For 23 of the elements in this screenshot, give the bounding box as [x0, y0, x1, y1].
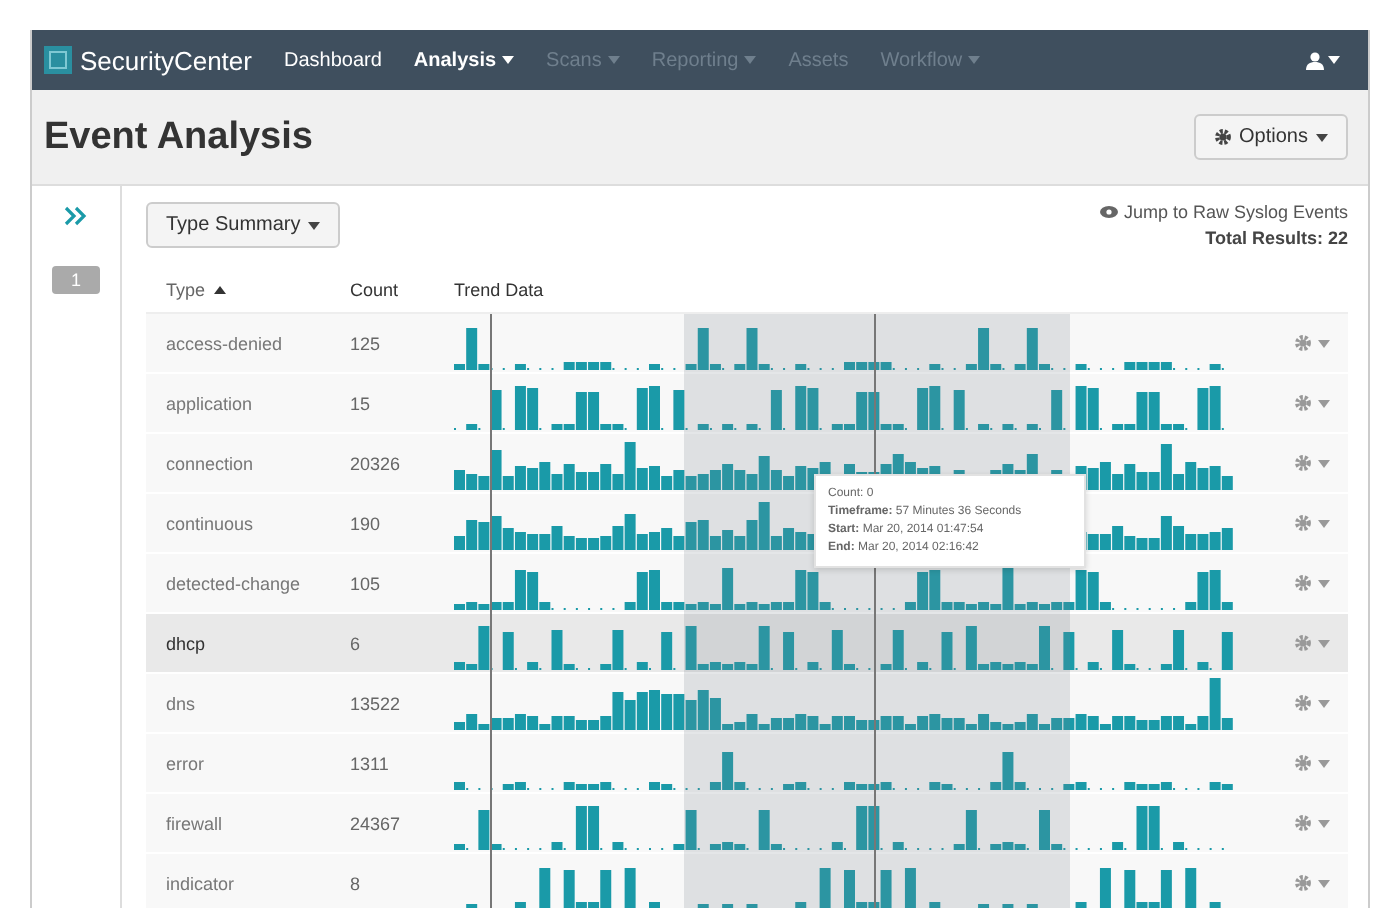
count-cell: 125 [350, 333, 381, 353]
count-cell: 20326 [350, 453, 401, 473]
count-cell: 105 [350, 573, 381, 593]
count-cell: 6 [350, 633, 361, 653]
count-cell: 190 [350, 513, 381, 533]
count-cell: 1311 [350, 753, 389, 773]
type-cell: firewall [166, 813, 223, 833]
type-cell: connection [166, 453, 254, 473]
total-results: Total Results: 22 [1205, 228, 1348, 248]
count-cell: 15 [350, 393, 371, 413]
page-title: Event Analysis [44, 115, 313, 159]
type-cell: indicator [166, 873, 235, 893]
brand-name: SecurityCenter [80, 45, 252, 75]
count-cell: 8 [350, 873, 361, 893]
type-cell: detected-change [166, 573, 301, 593]
type-cell: error [166, 753, 205, 773]
count-cell: 24367 [350, 813, 401, 833]
type-cell: dhcp [166, 633, 206, 653]
type-cell: dns [166, 693, 196, 713]
count-cell: 13522 [350, 693, 401, 713]
type-cell: access-denied [166, 333, 283, 353]
type-cell: continuous [166, 513, 254, 533]
type-cell: application [166, 393, 253, 413]
